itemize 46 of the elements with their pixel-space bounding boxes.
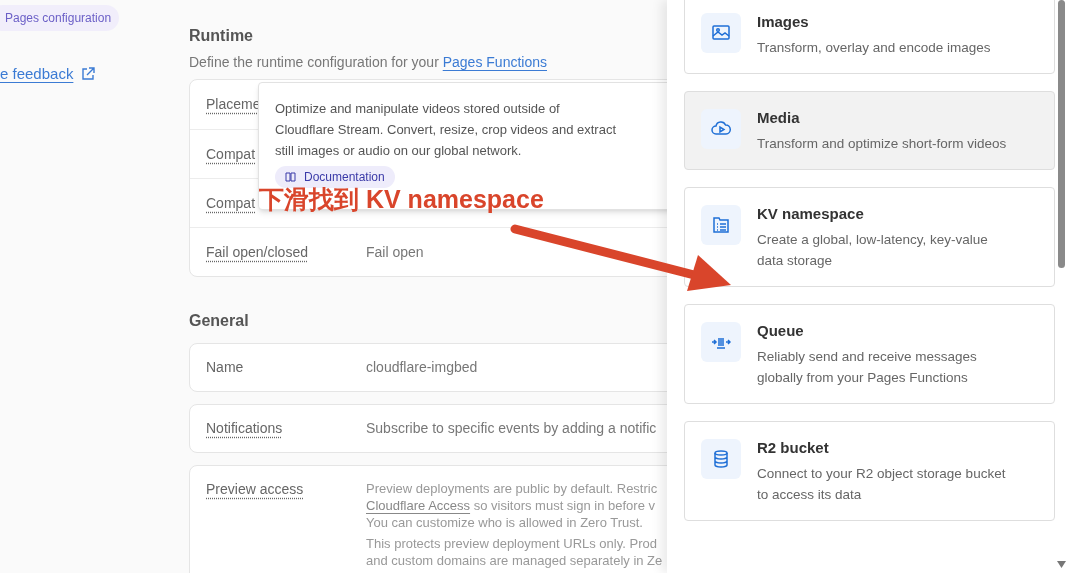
book-icon [285, 172, 296, 182]
service-card[interactable]: Images Transform, overlay and encode images [684, 0, 1055, 74]
service-card[interactable]: Queue Reliably send and receive messages globally from your Pages Functions [684, 304, 1055, 404]
card-title: Media [757, 108, 801, 128]
description-text: Define the runtime configuration for your Pages Functions [189, 53, 548, 72]
setting-label: Preview access [206, 481, 304, 497]
setting-value: cloudflare-imgbed [366, 358, 478, 377]
list-icon [711, 215, 731, 235]
scroll-down-icon[interactable] [1056, 561, 1066, 568]
section-title: General [189, 311, 250, 331]
text-line: This protects preview deployment URLs only. Prod [366, 535, 658, 552]
database-icon [711, 449, 731, 469]
service-card[interactable]: Media Transform and optimize short-form videos [684, 91, 1055, 170]
documentation-link[interactable]: Documentation [275, 166, 395, 188]
setting-value: Fail open [366, 242, 424, 262]
image-icon [711, 23, 731, 43]
setting-label: Fail open/closed [206, 243, 308, 260]
card-description: Create a global, low-latency, key-value data storage [757, 231, 989, 270]
scrollbar-thumb[interactable] [1057, 0, 1065, 268]
card-description: Transform, overlay and encode images [757, 39, 992, 57]
setting-label: Compat [206, 194, 256, 211]
card-title: Images [757, 12, 810, 32]
card-title: KV namespace [757, 204, 865, 224]
setting-label: Placeme [206, 96, 261, 112]
service-card[interactable]: KV namespace Create a global, low-latency, key-value data storage [684, 187, 1055, 287]
text-line: and custom domains are managed separately in Ze [366, 552, 663, 569]
text-line: Preview deployments are public by default. Restric [366, 480, 659, 497]
setting-label: Compat [206, 145, 256, 162]
tag: Pages configuration [0, 5, 120, 31]
card-description: Reliably send and receive messages globally from your Pages Functions [757, 348, 978, 387]
card-title: Queue [757, 321, 805, 341]
service-card[interactable]: R2 bucket Connect to your R2 object storage bucket to access its data [684, 421, 1055, 521]
setting-label: Notifications [206, 420, 283, 436]
setting-value: Subscribe to specific events by adding a notific [366, 419, 657, 438]
card-title: R2 bucket [757, 438, 830, 458]
feedback-link[interactable]: e feedback [0, 63, 96, 86]
card-description: Transform and optimize short-form videos [757, 135, 1008, 153]
text-line: You can customize who is allowed in Zero Trust. [366, 514, 644, 531]
card-description: Connect to your R2 object storage bucket to access its data [757, 465, 1007, 504]
link[interactable]: Cloudflare Access [366, 498, 471, 513]
setting-label: Name [206, 359, 244, 375]
section-title: Runtime [189, 26, 254, 46]
text-line: so visitors must sign in before v [472, 498, 656, 513]
link[interactable]: Pages Functions [442, 54, 547, 70]
external-link-icon [81, 67, 96, 82]
tooltip-text: Optimize and manipulate videos stored outside of Cloudflare Stream. Convert, resize, crop videos and extract still images or audio on our global network. [275, 100, 618, 160]
